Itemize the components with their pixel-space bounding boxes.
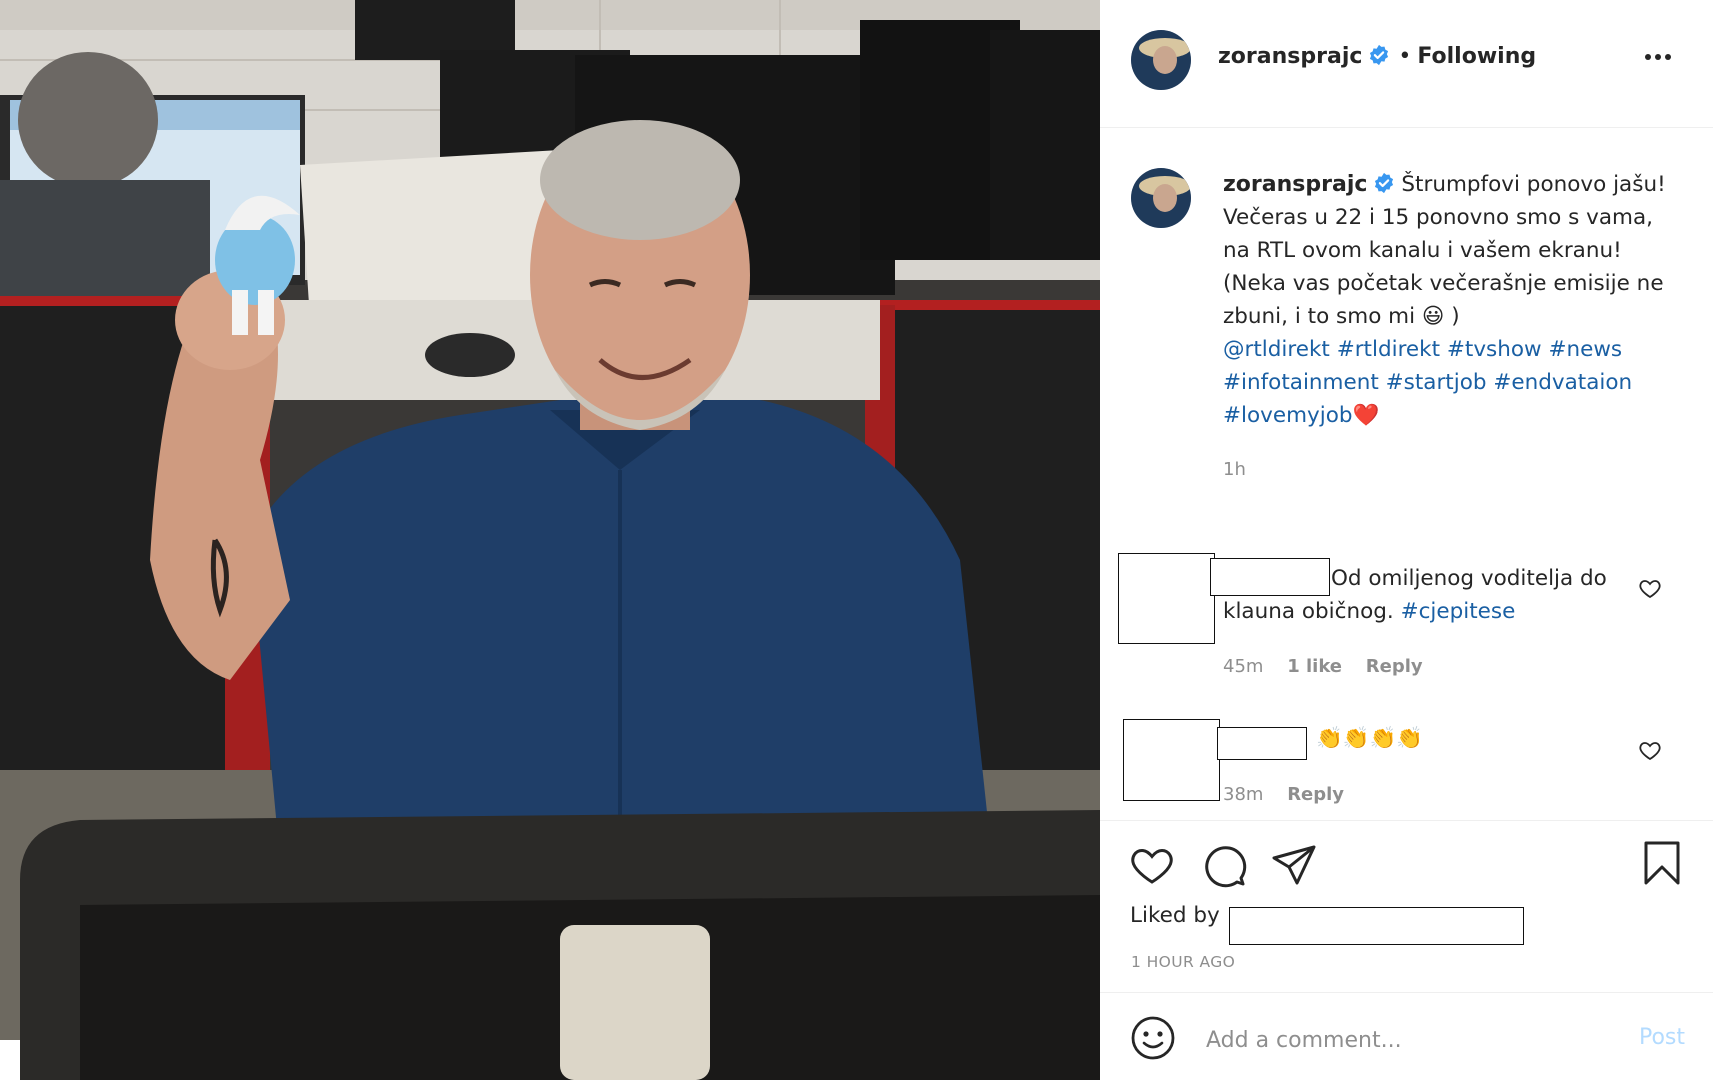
post-photo[interactable] — [0, 0, 1100, 1080]
reply-button[interactable]: Reply — [1366, 656, 1423, 677]
hashtag-link[interactable]: #startjob — [1386, 370, 1487, 395]
post-caption: zoransprajc Štrumpfovi ponovo jašu! Večer… — [1223, 168, 1673, 486]
avatar-image — [1131, 30, 1191, 90]
hashtag-link[interactable]: #endvataion — [1493, 370, 1632, 395]
post-button[interactable]: Post — [1639, 1025, 1685, 1050]
redacted-username — [1217, 727, 1307, 760]
hashtag-link[interactable]: #tvshow — [1447, 337, 1542, 362]
avatar-image — [1131, 168, 1191, 228]
bookmark-icon[interactable] — [1638, 839, 1686, 887]
comment-likes[interactable]: 1 like — [1287, 656, 1342, 677]
heart-icon[interactable] — [1128, 841, 1176, 889]
share-icon[interactable] — [1270, 841, 1318, 889]
liked-by-text: Liked by — [1130, 903, 1220, 928]
hashtag-link[interactable]: @rtldirekt — [1223, 337, 1330, 362]
comment-time[interactable]: 45m — [1223, 656, 1263, 677]
hashtag-link[interactable]: #lovemyjob — [1223, 403, 1353, 428]
emoji-icon[interactable] — [1130, 1015, 1176, 1061]
following-button[interactable]: Following — [1417, 44, 1536, 69]
avatar[interactable] — [1131, 30, 1191, 90]
redacted-liker — [1229, 907, 1524, 945]
comment-like-icon[interactable] — [1638, 738, 1662, 762]
smiley-emoji: 😃 — [1421, 304, 1445, 329]
caption-text-2: (Neka vas početak večerašnje emisije ne … — [1223, 271, 1664, 329]
comment-1-meta: 45m 1 like Reply — [1223, 656, 1441, 677]
comment-2-meta: 38m Reply — [1223, 784, 1362, 805]
comment-1-body: Od omiljenog voditelja do klauna običnog… — [1223, 562, 1633, 628]
photo-of-man-holding-smurf-toy — [0, 0, 1100, 1080]
caption-text-end: ) — [1451, 304, 1460, 329]
more-options-icon[interactable] — [1643, 50, 1673, 64]
comment-text: 👏👏👏👏 — [1316, 726, 1424, 751]
comment-time[interactable]: 38m — [1223, 784, 1263, 805]
post-sidebar: zoransprajc • Following zoransprajc Štrumpf… — [1100, 0, 1713, 1080]
post-header: zoransprajc • Following — [1100, 0, 1713, 128]
caption-username[interactable]: zoransprajc — [1223, 172, 1367, 197]
comment-input[interactable] — [1204, 1023, 1588, 1057]
hashtag-link[interactable]: #rtldirekt — [1337, 337, 1440, 362]
reply-button[interactable]: Reply — [1287, 784, 1344, 805]
header-username[interactable]: zoransprajc — [1218, 44, 1362, 69]
verified-badge-icon — [1375, 172, 1394, 194]
hashtag-link[interactable]: #news — [1548, 337, 1622, 362]
comment-hashtag[interactable]: #cjepitese — [1401, 599, 1516, 624]
caption-avatar[interactable] — [1131, 168, 1191, 228]
heart-emoji: ❤️ — [1352, 403, 1380, 428]
hashtag-link[interactable]: #infotainment — [1223, 370, 1379, 395]
caption-time[interactable]: 1h — [1223, 459, 1246, 480]
liked-by-label: Liked by — [1130, 903, 1220, 928]
comment-icon[interactable] — [1200, 841, 1248, 889]
add-comment-bar: Post — [1100, 992, 1713, 1081]
comment-like-icon[interactable] — [1638, 576, 1662, 600]
header-separator: • — [1398, 44, 1412, 69]
verified-badge-icon — [1370, 44, 1389, 66]
redacted-avatar — [1118, 553, 1215, 644]
header-user-line: zoransprajc • Following — [1218, 44, 1536, 69]
redacted-avatar — [1123, 719, 1220, 801]
post-actions: Liked by 1 HOUR AGO — [1100, 820, 1713, 993]
post-time-ago[interactable]: 1 HOUR AGO — [1131, 953, 1235, 971]
instagram-post-view: zoransprajc • Following zoransprajc Štrumpf… — [0, 0, 1713, 1080]
